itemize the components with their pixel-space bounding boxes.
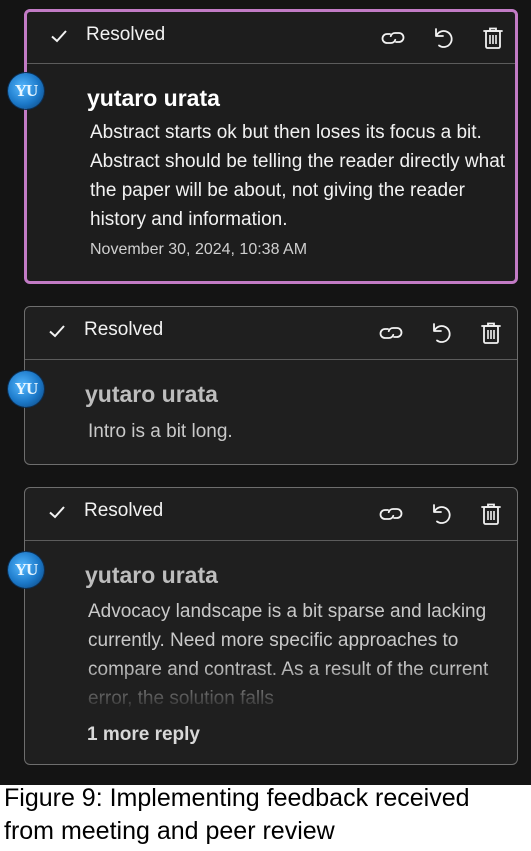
text-fade-overlay bbox=[65, 664, 517, 724]
avatar: YU bbox=[8, 73, 44, 109]
resolved-label: Resolved bbox=[84, 319, 164, 340]
comment-header: Resolved bbox=[25, 488, 517, 541]
resolved-label: Resolved bbox=[86, 24, 166, 45]
comment-author: yutaro urata bbox=[87, 85, 220, 111]
comment-card[interactable]: Resolved yutaro urata Abstract starts ok… bbox=[24, 9, 518, 284]
link-icon[interactable] bbox=[380, 25, 406, 51]
comment-author: yutaro urata bbox=[85, 381, 218, 407]
comment-author: yutaro urata bbox=[85, 562, 218, 588]
avatar: YU bbox=[8, 371, 44, 407]
avatar: YU bbox=[8, 552, 44, 588]
check-icon bbox=[51, 30, 67, 43]
more-replies-link[interactable]: 1 more reply bbox=[87, 724, 200, 746]
trash-icon[interactable] bbox=[478, 320, 504, 346]
comment-header: Resolved bbox=[27, 12, 515, 64]
undo-icon[interactable] bbox=[430, 25, 456, 51]
link-icon[interactable] bbox=[378, 320, 404, 346]
trash-icon[interactable] bbox=[478, 501, 504, 527]
link-icon[interactable] bbox=[378, 501, 404, 527]
undo-icon[interactable] bbox=[428, 501, 454, 527]
undo-icon[interactable] bbox=[428, 320, 454, 346]
comment-text: Abstract starts ok but then loses its fo… bbox=[90, 122, 506, 230]
trash-icon[interactable] bbox=[480, 25, 506, 51]
comment-header: Resolved bbox=[25, 307, 517, 360]
resolved-label: Resolved bbox=[84, 500, 164, 521]
figure-caption: Figure 9: Implementing feedback received… bbox=[4, 784, 470, 845]
check-icon bbox=[49, 506, 65, 519]
comment-card[interactable]: Resolved yutaro urata Intro is a bit lon… bbox=[24, 306, 518, 465]
comments-panel: Resolved yutaro urata Abstract starts ok… bbox=[0, 0, 531, 785]
comment-text: Intro is a bit long. bbox=[88, 421, 233, 442]
comment-card[interactable]: Resolved yutaro urata Advocacy landscape… bbox=[24, 487, 518, 765]
check-icon bbox=[49, 325, 65, 338]
comment-timestamp: November 30, 2024, 10:38 AM bbox=[90, 241, 308, 258]
